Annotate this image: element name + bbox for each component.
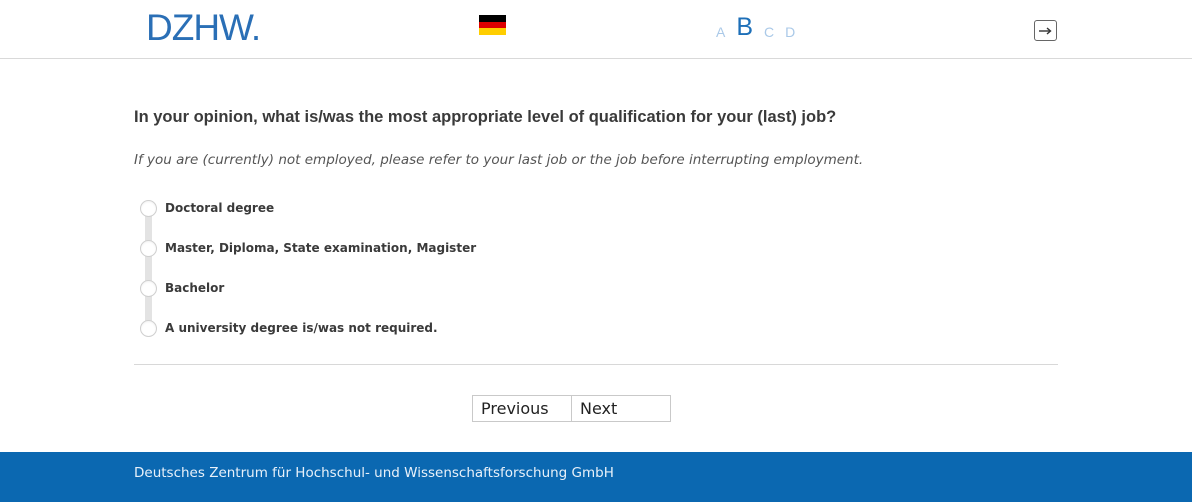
dzhw-logo[interactable]: DZHW.: [146, 8, 261, 48]
radio-button[interactable]: [140, 279, 157, 297]
radio-button[interactable]: [140, 319, 157, 337]
exit-arrow-icon: [1039, 26, 1052, 35]
instruction-text: If you are (currently) not employed, ple…: [134, 152, 864, 168]
font-size-d[interactable]: D: [785, 24, 795, 40]
font-size-c[interactable]: C: [764, 24, 774, 40]
option-master-diploma[interactable]: Master, Diploma, State examination, Magi…: [140, 238, 476, 258]
radio-button[interactable]: [140, 239, 157, 257]
option-bachelor[interactable]: Bachelor: [140, 278, 224, 298]
options-track: [145, 208, 152, 328]
option-no-degree-required[interactable]: A university degree is/was not required.: [140, 318, 438, 338]
header: DZHW. A B C D: [0, 0, 1192, 59]
option-label[interactable]: A university degree is/was not required.: [165, 321, 438, 335]
previous-button[interactable]: Previous: [472, 395, 572, 422]
footer: Deutsches Zentrum für Hochschul- und Wis…: [0, 452, 1192, 502]
question-text: In your opinion, what is/was the most ap…: [134, 108, 837, 126]
font-size-b[interactable]: B: [736, 14, 753, 40]
germany-flag-icon[interactable]: [479, 15, 506, 36]
option-label[interactable]: Master, Diploma, State examination, Magi…: [165, 241, 476, 255]
footer-text: Deutsches Zentrum für Hochschul- und Wis…: [134, 465, 614, 481]
option-doctoral-degree[interactable]: Doctoral degree: [140, 198, 274, 218]
navigation-buttons: Previous Next: [472, 395, 671, 422]
radio-button[interactable]: [140, 199, 157, 217]
font-size-switcher: A B C D: [716, 12, 806, 40]
font-size-a[interactable]: A: [716, 24, 725, 40]
option-label[interactable]: Bachelor: [165, 281, 224, 295]
option-label[interactable]: Doctoral degree: [165, 201, 274, 215]
exit-button[interactable]: [1034, 20, 1057, 41]
next-button[interactable]: Next: [572, 395, 671, 422]
divider: [134, 364, 1058, 365]
